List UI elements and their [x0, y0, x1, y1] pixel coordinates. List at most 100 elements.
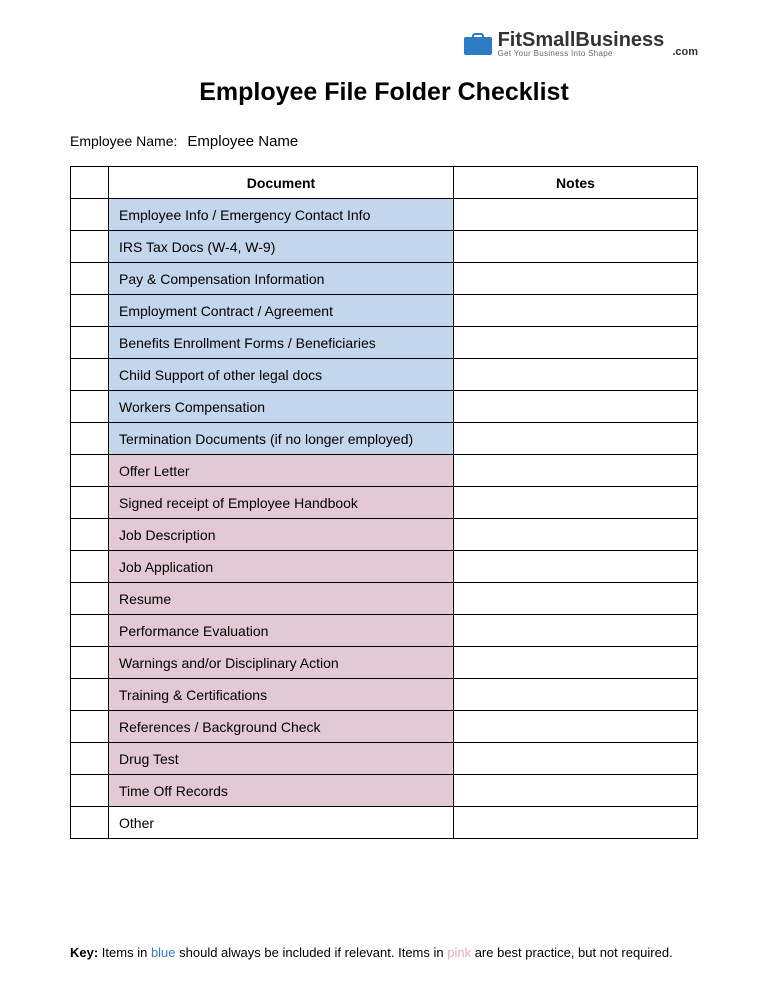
check-cell[interactable] [71, 647, 109, 679]
key-label: Key: [70, 945, 98, 960]
table-row: Termination Documents (if no longer empl… [71, 423, 698, 455]
key-text-2: should always be included if relevant. I… [176, 945, 448, 960]
logo: FitSmallBusiness Get Your Business Into … [464, 30, 698, 58]
document-cell: Warnings and/or Disciplinary Action [109, 647, 454, 679]
briefcase-icon [464, 33, 492, 55]
notes-cell[interactable] [454, 583, 698, 615]
logo-fit: Fit [498, 29, 522, 51]
header-notes: Notes [454, 167, 698, 199]
check-cell[interactable] [71, 263, 109, 295]
check-cell[interactable] [71, 551, 109, 583]
table-row: Job Application [71, 551, 698, 583]
notes-cell[interactable] [454, 551, 698, 583]
check-cell[interactable] [71, 295, 109, 327]
employee-name-label: Employee Name: [70, 133, 177, 149]
notes-cell[interactable] [454, 615, 698, 647]
notes-cell[interactable] [454, 487, 698, 519]
employee-name-value: Employee Name [187, 133, 298, 150]
table-row: Employee Info / Emergency Contact Info [71, 199, 698, 231]
check-cell[interactable] [71, 423, 109, 455]
table-row: Other [71, 807, 698, 839]
table-row: Training & Certifications [71, 679, 698, 711]
notes-cell[interactable] [454, 359, 698, 391]
table-row: Signed receipt of Employee Handbook [71, 487, 698, 519]
document-cell: Benefits Enrollment Forms / Beneficiarie… [109, 327, 454, 359]
table-row: Job Description [71, 519, 698, 551]
document-cell: References / Background Check [109, 711, 454, 743]
check-cell[interactable] [71, 711, 109, 743]
notes-cell[interactable] [454, 711, 698, 743]
header-document: Document [109, 167, 454, 199]
notes-cell[interactable] [454, 391, 698, 423]
notes-cell[interactable] [454, 199, 698, 231]
document-cell: Offer Letter [109, 455, 454, 487]
document-cell: Pay & Compensation Information [109, 263, 454, 295]
check-cell[interactable] [71, 391, 109, 423]
employee-name-row: Employee Name: Employee Name [70, 133, 698, 150]
table-row: Benefits Enrollment Forms / Beneficiarie… [71, 327, 698, 359]
document-cell: Employment Contract / Agreement [109, 295, 454, 327]
key-legend: Key: Items in blue should always be incl… [70, 945, 698, 960]
check-cell[interactable] [71, 743, 109, 775]
document-cell: Termination Documents (if no longer empl… [109, 423, 454, 455]
document-cell: Child Support of other legal docs [109, 359, 454, 391]
table-row: Drug Test [71, 743, 698, 775]
logo-dotcom: .com [672, 46, 698, 58]
header-check [71, 167, 109, 199]
check-cell[interactable] [71, 775, 109, 807]
document-cell: Signed receipt of Employee Handbook [109, 487, 454, 519]
check-cell[interactable] [71, 199, 109, 231]
notes-cell[interactable] [454, 423, 698, 455]
notes-cell[interactable] [454, 519, 698, 551]
check-cell[interactable] [71, 615, 109, 647]
table-row: References / Background Check [71, 711, 698, 743]
table-row: Performance Evaluation [71, 615, 698, 647]
document-cell: Job Application [109, 551, 454, 583]
key-blue: blue [151, 945, 176, 960]
key-text-3: are best practice, but not required. [471, 945, 673, 960]
notes-cell[interactable] [454, 295, 698, 327]
document-cell: Training & Certifications [109, 679, 454, 711]
table-row: Child Support of other legal docs [71, 359, 698, 391]
document-cell: Job Description [109, 519, 454, 551]
table-row: Workers Compensation [71, 391, 698, 423]
document-cell: Other [109, 807, 454, 839]
document-cell: Workers Compensation [109, 391, 454, 423]
notes-cell[interactable] [454, 807, 698, 839]
check-cell[interactable] [71, 679, 109, 711]
check-cell[interactable] [71, 583, 109, 615]
check-cell[interactable] [71, 519, 109, 551]
table-row: Employment Contract / Agreement [71, 295, 698, 327]
check-cell[interactable] [71, 455, 109, 487]
logo-business: Business [575, 29, 664, 51]
logo-header: FitSmallBusiness Get Your Business Into … [70, 30, 698, 58]
notes-cell[interactable] [454, 263, 698, 295]
table-row: Resume [71, 583, 698, 615]
check-cell[interactable] [71, 807, 109, 839]
notes-cell[interactable] [454, 679, 698, 711]
check-cell[interactable] [71, 231, 109, 263]
table-row: Warnings and/or Disciplinary Action [71, 647, 698, 679]
notes-cell[interactable] [454, 743, 698, 775]
table-row: Time Off Records [71, 775, 698, 807]
notes-cell[interactable] [454, 647, 698, 679]
document-cell: Drug Test [109, 743, 454, 775]
table-row: IRS Tax Docs (W-4, W-9) [71, 231, 698, 263]
key-text-1: Items in [98, 945, 151, 960]
document-cell: IRS Tax Docs (W-4, W-9) [109, 231, 454, 263]
check-cell[interactable] [71, 327, 109, 359]
table-row: Offer Letter [71, 455, 698, 487]
check-cell[interactable] [71, 359, 109, 391]
checklist-table: Document Notes Employee Info / Emergency… [70, 166, 698, 839]
notes-cell[interactable] [454, 455, 698, 487]
document-cell: Performance Evaluation [109, 615, 454, 647]
logo-text: FitSmallBusiness Get Your Business Into … [498, 30, 665, 58]
notes-cell[interactable] [454, 327, 698, 359]
table-header-row: Document Notes [71, 167, 698, 199]
notes-cell[interactable] [454, 231, 698, 263]
document-cell: Employee Info / Emergency Contact Info [109, 199, 454, 231]
page-title: Employee File Folder Checklist [70, 78, 698, 107]
check-cell[interactable] [71, 487, 109, 519]
notes-cell[interactable] [454, 775, 698, 807]
logo-small: Small [522, 29, 575, 51]
